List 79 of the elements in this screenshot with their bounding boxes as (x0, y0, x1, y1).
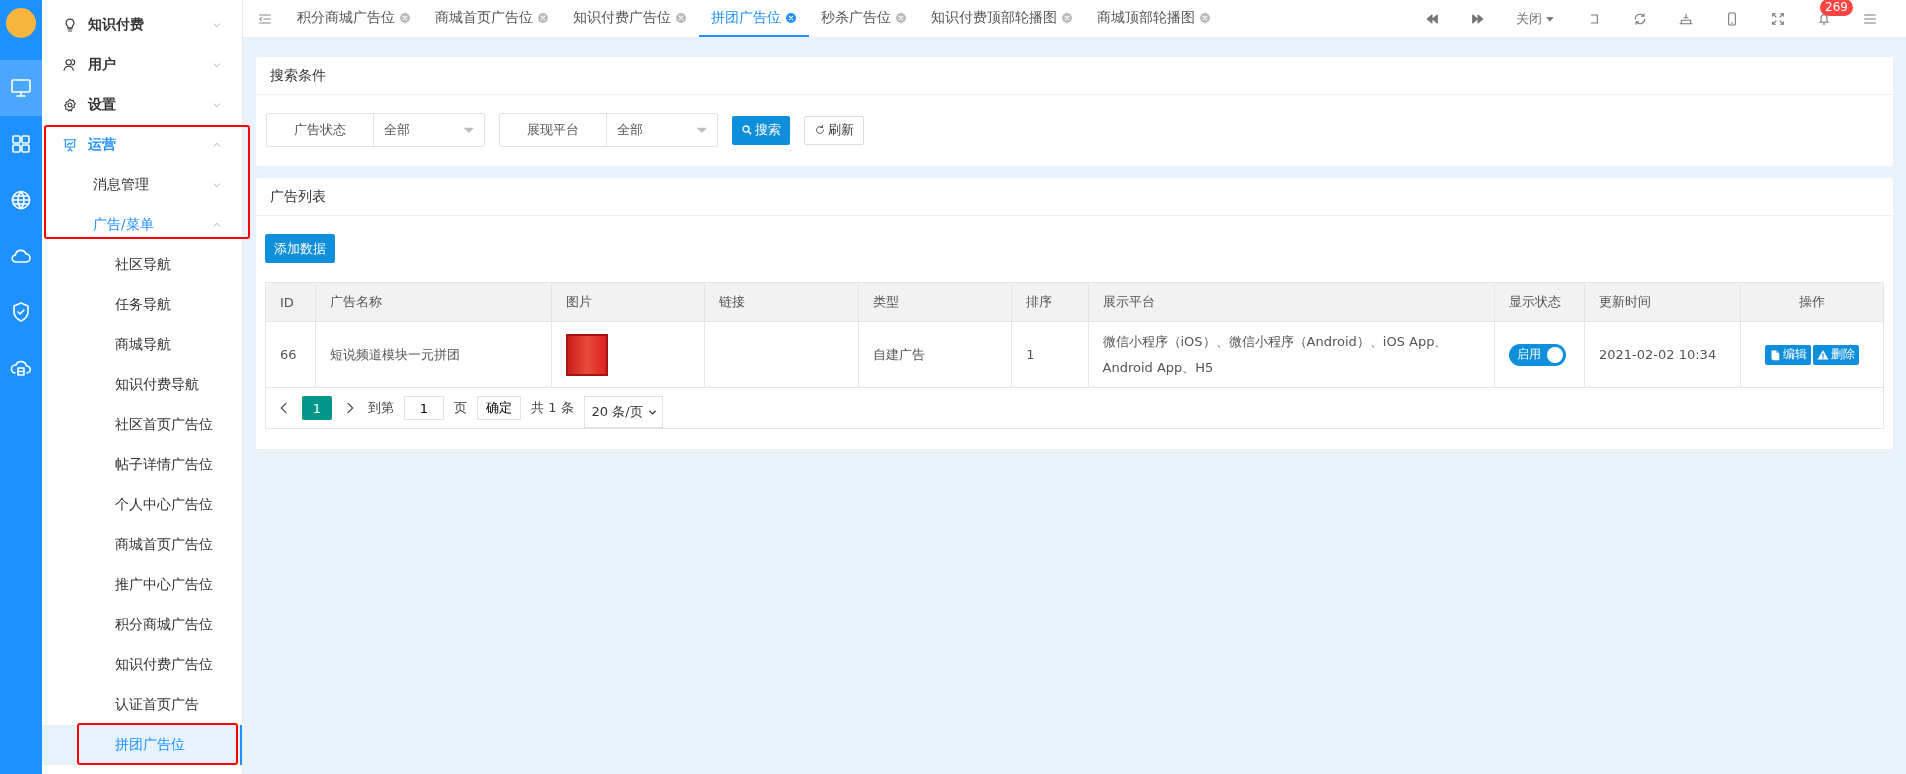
menu-item[interactable]: 知识付费广告位 (42, 645, 242, 685)
table-cell: 短说频道模块一元拼团 (315, 321, 552, 388)
panel-title: 广告列表 (270, 187, 326, 206)
column-header: 显示状态 (1494, 282, 1585, 322)
tab[interactable]: 商城首页广告位 (423, 0, 561, 37)
delete-button[interactable]: 删除 (1813, 344, 1860, 365)
avatar[interactable] (6, 8, 36, 38)
edit-button[interactable]: 编辑 (1765, 344, 1812, 365)
column-header: 操作 (1741, 282, 1884, 322)
close-icon[interactable] (1061, 11, 1073, 24)
column-header: 排序 (1011, 282, 1088, 322)
table-cell: 2021-02-02 10:34 (1584, 321, 1741, 388)
monitor-icon (9, 76, 33, 100)
column-header: ID (265, 282, 316, 322)
filter-select[interactable]: 广告状态 全部 (266, 113, 485, 147)
menu-item[interactable]: 个人中心广告位 (42, 485, 242, 525)
page-size-select[interactable]: 20 条/页 (583, 396, 663, 428)
fullscreen-icon[interactable] (1770, 10, 1786, 27)
refresh-icon[interactable] (1632, 10, 1648, 27)
panel-title: 搜索条件 (270, 66, 326, 85)
search-button[interactable]: 搜索 (732, 115, 790, 145)
menu-item[interactable]: 推广中心广告位 (42, 565, 242, 605)
table-cell: 微信小程序（iOS）、微信小程序（Android）、iOS App、Android App、H5 (1088, 321, 1495, 388)
close-icon[interactable] (1199, 11, 1211, 24)
table-cell: 1 (1011, 321, 1088, 388)
menu-item[interactable]: 社区导航 (42, 245, 242, 285)
notification-badge: 269 (1820, 0, 1853, 16)
menu-item[interactable]: 商城首页广告位 (42, 525, 242, 565)
grid-icon (9, 132, 33, 156)
menu-item[interactable]: 用户 (42, 45, 242, 85)
goto-label: 到第 (368, 399, 394, 417)
column-header: 类型 (858, 282, 1012, 322)
menu-item[interactable]: 知识付费 (42, 5, 242, 45)
menu-item[interactable]: 帖子详情广告位 (42, 445, 242, 485)
globe-icon (9, 188, 33, 212)
table-cell: 66 (265, 321, 316, 388)
search-icon (741, 124, 753, 136)
column-header: 更新时间 (1584, 282, 1741, 322)
status-toggle[interactable]: 启用 (1508, 343, 1566, 366)
close-dropdown[interactable]: 关闭 (1516, 9, 1556, 28)
menu-item[interactable]: 知识付费导航 (42, 365, 242, 405)
page-label: 页 (454, 399, 467, 417)
menu-item[interactable]: 社区首页广告位 (42, 405, 242, 445)
menu-item[interactable]: 设置 (42, 85, 242, 125)
close-icon[interactable] (399, 11, 411, 24)
page-number-field[interactable]: 1 (404, 396, 444, 420)
refresh-icon (814, 124, 826, 136)
close-icon[interactable] (537, 11, 549, 24)
menu-item[interactable]: 任务导航 (42, 285, 242, 325)
tab[interactable]: 积分商城广告位 (285, 0, 423, 37)
menu-item[interactable]: 消息管理 (42, 165, 242, 205)
menu-item[interactable]: 商城导航 (42, 325, 242, 365)
image-thumbnail (565, 333, 608, 376)
page-button[interactable]: 1 (302, 396, 332, 420)
confirm-button[interactable]: 确定 (477, 396, 521, 420)
total-count: 共 1 条 (531, 399, 574, 417)
table-cell: 自建广告 (858, 321, 1012, 388)
menu-item[interactable]: 积分商城广告位 (42, 605, 242, 645)
warning-icon (1817, 348, 1830, 361)
filter-select[interactable]: 展现平台 全部 (499, 113, 718, 147)
tab[interactable]: 商城顶部轮播图 (1085, 0, 1223, 37)
settings-icon (62, 97, 78, 113)
refresh-button[interactable]: 刷新 (804, 115, 864, 145)
column-header: 图片 (551, 282, 705, 322)
tab[interactable]: 知识付费顶部轮播图 (919, 0, 1085, 37)
lightbulb-icon (62, 17, 78, 33)
column-header: 展示平台 (1088, 282, 1495, 322)
menu-item[interactable]: 认证首页广告 (42, 685, 242, 725)
users-icon (62, 57, 78, 73)
copy-icon (1769, 348, 1782, 361)
tab[interactable]: 秒杀广告位 (809, 0, 919, 37)
close-icon[interactable] (675, 11, 687, 24)
column-header: 广告名称 (315, 282, 552, 322)
tab[interactable]: 知识付费广告位 (561, 0, 699, 37)
close-icon[interactable] (895, 11, 907, 24)
add-data-button[interactable]: 添加数据 (265, 234, 335, 263)
column-header: 链接 (704, 282, 859, 322)
close-icon[interactable] (785, 11, 797, 24)
presentation-icon (62, 137, 78, 153)
